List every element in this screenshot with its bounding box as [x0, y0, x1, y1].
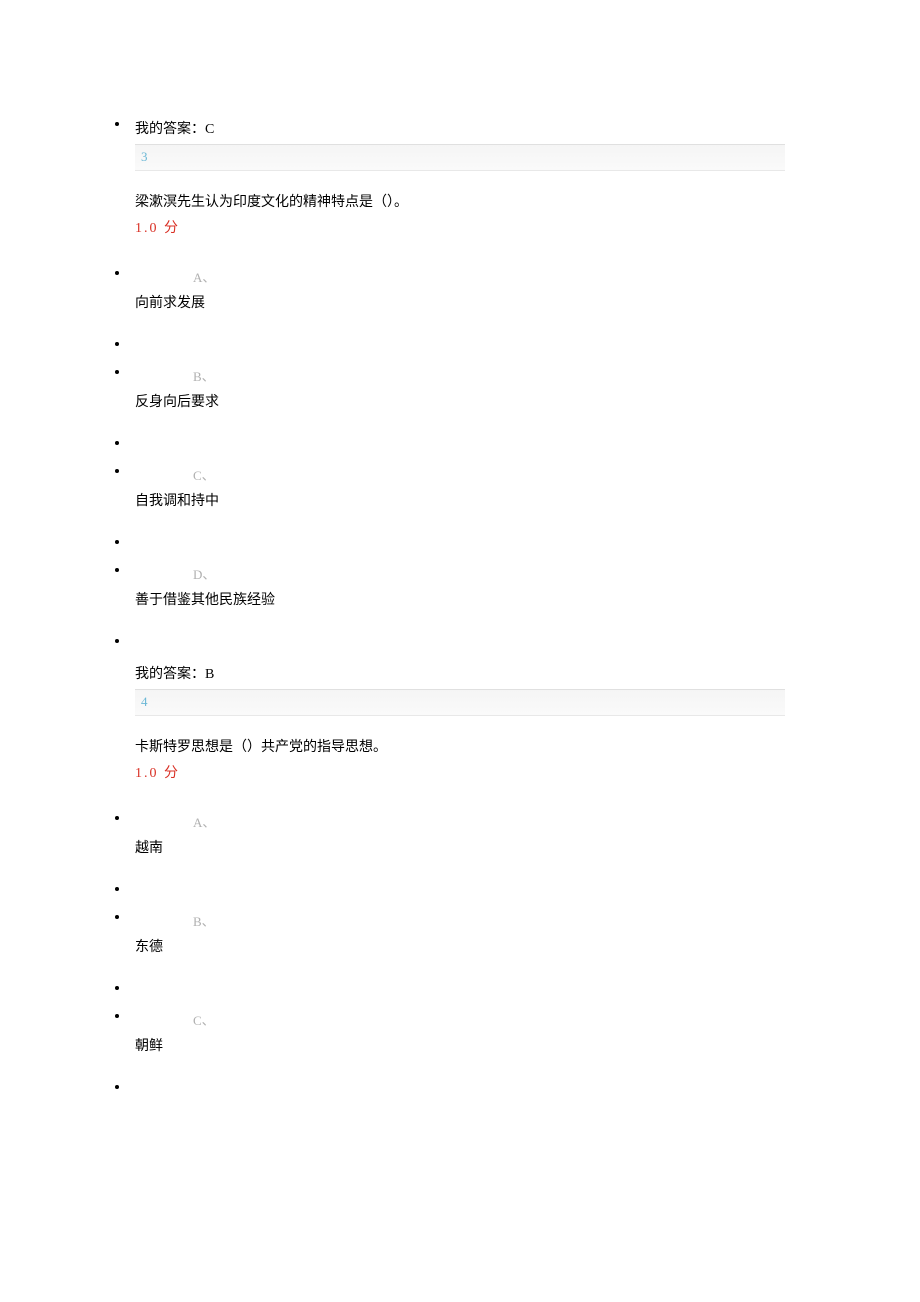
bullet-dot	[115, 342, 119, 346]
bullet-dot	[115, 370, 119, 374]
question-number-band: 4	[135, 689, 785, 716]
question-text-q3: 梁漱溟先生认为印度文化的精神特点是（）。	[135, 191, 785, 211]
spacer	[135, 883, 785, 911]
option-letter: A、	[193, 267, 785, 286]
option-b-q3[interactable]: B、 反身向后要求	[135, 366, 785, 411]
option-b-q4[interactable]: B、 东德	[135, 911, 785, 956]
option-letter: A、	[193, 812, 785, 831]
option-letter: B、	[193, 911, 785, 930]
bullet-dot	[115, 469, 119, 473]
option-c-q3[interactable]: C、 自我调和持中	[135, 465, 785, 510]
spacer	[135, 982, 785, 1010]
option-c-q4[interactable]: C、 朝鲜	[135, 1010, 785, 1055]
question-number-band: 3	[135, 144, 785, 171]
bullet-dot	[115, 540, 119, 544]
option-text: 向前求发展	[135, 292, 785, 312]
question-number: 3	[141, 149, 148, 164]
bullet-dot	[115, 1085, 119, 1089]
option-letter: D、	[193, 564, 785, 583]
spacer	[135, 437, 785, 465]
option-d-q3[interactable]: D、 善于借鉴其他民族经验	[135, 564, 785, 609]
spacer	[135, 1081, 785, 1109]
score-q3: 1.0 分	[135, 217, 785, 237]
option-text: 越南	[135, 837, 785, 857]
spacer	[135, 338, 785, 366]
bullet-dot	[115, 122, 119, 126]
score-q4: 1.0 分	[135, 762, 785, 782]
option-letter: C、	[193, 1010, 785, 1029]
bullet-dot	[115, 986, 119, 990]
option-letter: C、	[193, 465, 785, 484]
option-text: 反身向后要求	[135, 391, 785, 411]
spacer	[135, 536, 785, 564]
bullet-dot	[115, 887, 119, 891]
option-letter: B、	[193, 366, 785, 385]
my-answer-q3: 我的答案：B	[135, 663, 785, 683]
option-text: 朝鲜	[135, 1035, 785, 1055]
bullet-dot	[115, 915, 119, 919]
bullet-dot	[115, 441, 119, 445]
question-text-q4: 卡斯特罗思想是（）共产党的指导思想。	[135, 736, 785, 756]
option-text: 东德	[135, 936, 785, 956]
bullet-dot	[115, 639, 119, 643]
bullet-dot	[115, 1014, 119, 1018]
my-answer-q2: 我的答案：C	[135, 118, 785, 138]
spacer	[135, 635, 785, 663]
option-a-q3[interactable]: A、 向前求发展	[135, 267, 785, 312]
question-number: 4	[141, 694, 148, 709]
option-a-q4[interactable]: A、 越南	[135, 812, 785, 857]
bullet-dot	[115, 271, 119, 275]
bullet-dot	[115, 816, 119, 820]
option-text: 善于借鉴其他民族经验	[135, 589, 785, 609]
bullet-dot	[115, 568, 119, 572]
option-text: 自我调和持中	[135, 490, 785, 510]
